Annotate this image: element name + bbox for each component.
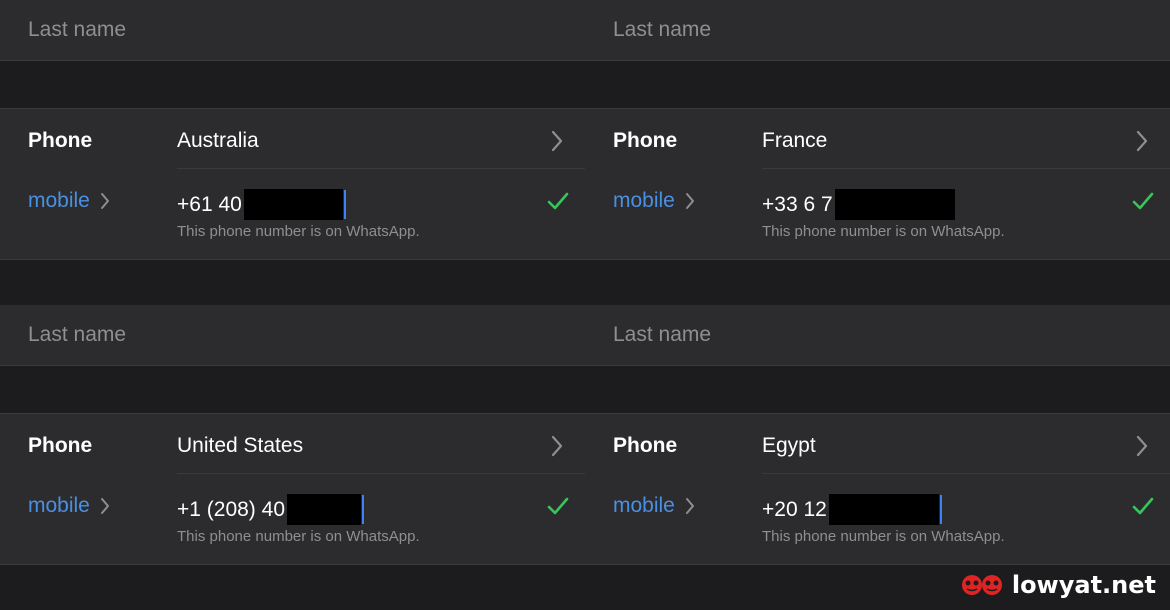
text-cursor <box>343 190 346 219</box>
chevron-right-icon[interactable] <box>545 129 569 153</box>
divider <box>177 473 585 474</box>
redaction-bar <box>828 494 939 525</box>
contact-panel-egypt: Last name Phone Egypt mobile +20 12 This… <box>585 305 1170 610</box>
phone-label: Phone <box>613 434 678 457</box>
chevron-right-icon <box>685 498 694 514</box>
last-name-placeholder: Last name <box>613 18 712 41</box>
watermark-text: lowyat.net <box>1011 571 1156 599</box>
chevron-right-icon <box>685 193 694 209</box>
number-type-label: mobile <box>613 494 675 517</box>
phone-number-input[interactable]: +61 40 <box>177 189 346 220</box>
divider <box>762 473 1170 474</box>
number-type-label: mobile <box>28 494 90 517</box>
phone-section: Phone Egypt mobile +20 12 This phone num… <box>585 413 1170 565</box>
whatsapp-status-note: This phone number is on WhatsApp. <box>762 223 1005 240</box>
watermark: lowyat.net <box>960 571 1156 599</box>
chevron-right-icon <box>100 193 109 209</box>
whatsapp-status-note: This phone number is on WhatsApp. <box>177 528 420 545</box>
redaction-bar <box>834 189 955 220</box>
checkmark-icon <box>547 192 569 210</box>
phone-number-input[interactable]: +33 6 7 <box>762 189 955 220</box>
contact-panel-australia: Last name Phone Australia mobile +61 40 … <box>0 0 585 305</box>
checkmark-icon <box>1132 192 1154 210</box>
whatsapp-status-note: This phone number is on WhatsApp. <box>177 223 420 240</box>
contact-panel-united-states: Last name Phone United States mobile +1 … <box>0 305 585 610</box>
phone-number-value: +20 12 <box>762 497 827 521</box>
chevron-right-icon[interactable] <box>1130 129 1154 153</box>
last-name-field[interactable]: Last name <box>0 0 585 61</box>
divider <box>762 168 1170 169</box>
last-name-field[interactable]: Last name <box>0 305 585 366</box>
text-cursor <box>362 495 364 524</box>
country-selector[interactable]: Egypt <box>762 434 816 458</box>
text-cursor <box>939 495 942 524</box>
phone-number-input[interactable]: +1 (208) 40 <box>177 494 364 525</box>
checkmark-icon <box>547 497 569 515</box>
contact-panel-france: Last name Phone France mobile +33 6 7 Th… <box>585 0 1170 305</box>
country-selector[interactable]: France <box>762 129 827 153</box>
phone-section: Phone France mobile +33 6 7 This phone n… <box>585 108 1170 260</box>
redaction-bar <box>287 494 361 525</box>
country-selector[interactable]: United States <box>177 434 303 458</box>
chevron-right-icon[interactable] <box>545 434 569 458</box>
phone-label: Phone <box>28 129 93 152</box>
divider <box>177 168 585 169</box>
redaction-bar <box>243 189 343 220</box>
chevron-right-icon[interactable] <box>1130 434 1154 458</box>
phone-section: Phone Australia mobile +61 40 This phone… <box>0 108 585 260</box>
number-type-label: mobile <box>28 189 90 212</box>
number-type-selector[interactable]: mobile <box>613 189 697 213</box>
number-type-selector[interactable]: mobile <box>613 494 697 518</box>
phone-label: Phone <box>28 434 93 457</box>
last-name-field[interactable]: Last name <box>585 305 1170 366</box>
phone-number-input[interactable]: +20 12 <box>762 494 942 525</box>
last-name-field[interactable]: Last name <box>585 0 1170 61</box>
number-type-selector[interactable]: mobile <box>28 494 112 518</box>
phone-section: Phone United States mobile +1 (208) 40 T… <box>0 413 585 565</box>
number-type-selector[interactable]: mobile <box>28 189 112 213</box>
country-selector[interactable]: Australia <box>177 129 259 153</box>
whatsapp-status-note: This phone number is on WhatsApp. <box>762 528 1005 545</box>
checkmark-icon <box>1132 497 1154 515</box>
phone-number-value: +33 6 7 <box>762 192 833 216</box>
phone-number-value: +1 (208) 40 <box>177 497 285 521</box>
last-name-placeholder: Last name <box>28 323 127 346</box>
chevron-right-icon <box>100 498 109 514</box>
phone-label: Phone <box>613 129 678 152</box>
number-type-label: mobile <box>613 189 675 212</box>
last-name-placeholder: Last name <box>613 323 712 346</box>
phone-number-value: +61 40 <box>177 192 242 216</box>
lowyat-logo-icon <box>961 575 1002 595</box>
last-name-placeholder: Last name <box>28 18 127 41</box>
